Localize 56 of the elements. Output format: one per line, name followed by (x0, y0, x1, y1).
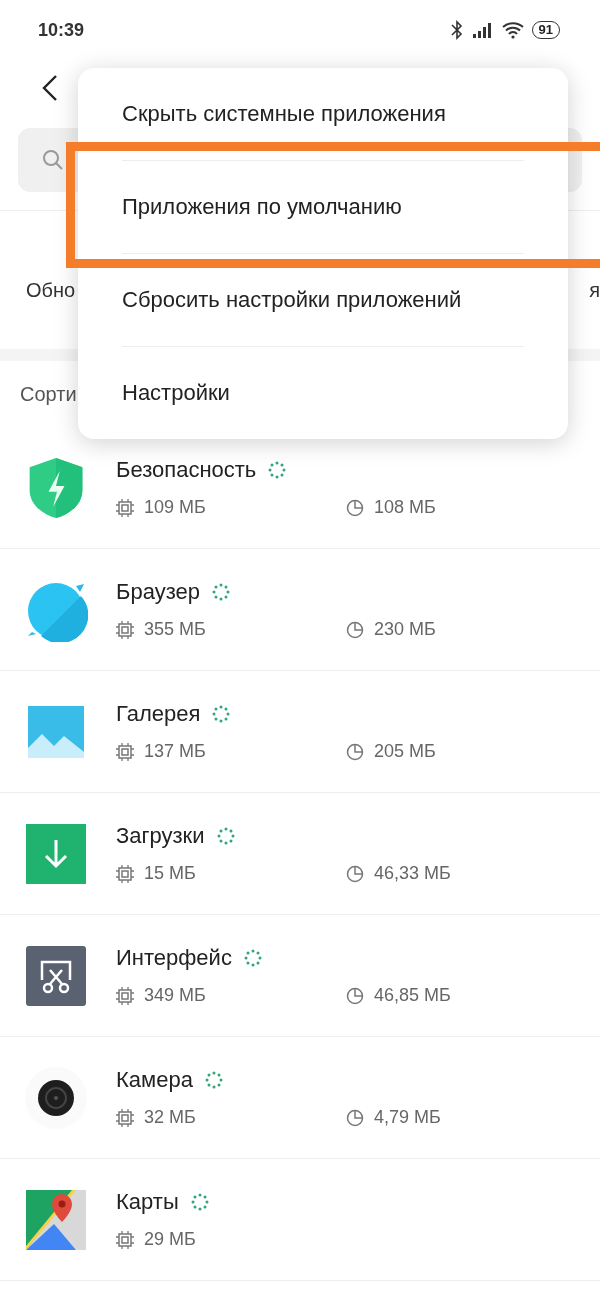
tab-label[interactable]: я (589, 278, 600, 302)
menu-item[interactable]: Приложения по умолчанию (122, 194, 402, 220)
wifi-icon (501, 21, 524, 39)
loading-icon (268, 461, 287, 479)
back-icon[interactable] (42, 74, 58, 102)
loading-icon (216, 827, 235, 845)
sort-label[interactable]: Сорти (20, 382, 77, 406)
memory-usage: 349 МБ (144, 985, 206, 1006)
chip-icon (116, 620, 134, 639)
scissors-icon (24, 943, 88, 1008)
storage-usage: 108 МБ (374, 497, 436, 518)
app-name[interactable]: Загрузки (116, 823, 205, 849)
pie-chart-icon (346, 498, 364, 517)
tab-label[interactable]: Обно (26, 278, 76, 302)
app-name[interactable]: Браузер (116, 579, 200, 605)
app-name[interactable]: Карты (116, 1189, 179, 1215)
loading-icon (190, 1193, 209, 1211)
chip-icon (116, 986, 134, 1005)
storage-usage: 46,33 МБ (374, 863, 451, 884)
storage-usage: 205 МБ (374, 741, 436, 762)
chip-icon (116, 1230, 134, 1249)
chip-icon (116, 742, 134, 761)
storage-usage: 46,85 МБ (374, 985, 451, 1006)
pie-chart-icon (346, 620, 364, 639)
memory-usage: 15 МБ (144, 863, 196, 884)
storage-usage: 4,79 МБ (374, 1107, 441, 1128)
app-name[interactable]: Камера (116, 1067, 193, 1093)
storage-usage: 230 МБ (374, 619, 436, 640)
menu-item[interactable]: Настройки (122, 380, 230, 406)
menu-item[interactable]: Сбросить настройки приложений (122, 287, 462, 313)
menu-item[interactable]: Скрыть системные приложения (122, 101, 446, 127)
loading-icon (243, 949, 262, 967)
map-pin-icon (24, 1187, 88, 1252)
pie-chart-icon (346, 1108, 364, 1127)
app-name[interactable]: Галерея (116, 701, 201, 727)
pie-chart-icon (346, 864, 364, 883)
status-time: 10:39 (38, 19, 85, 41)
app-name[interactable]: Интерфейс (116, 945, 232, 971)
loading-icon (212, 583, 230, 601)
memory-usage: 32 МБ (144, 1107, 196, 1128)
chip-icon (116, 498, 134, 517)
download-icon (24, 821, 88, 886)
signal-icon (471, 21, 494, 39)
loading-icon (204, 1071, 223, 1089)
memory-usage: 109 МБ (144, 497, 206, 518)
chip-icon (116, 1108, 134, 1127)
pie-chart-icon (346, 742, 364, 761)
search-icon (42, 149, 64, 171)
pie-chart-icon (346, 986, 364, 1005)
memory-usage: 355 МБ (144, 619, 206, 640)
memory-usage: 137 МБ (144, 741, 206, 762)
chip-icon (116, 864, 134, 883)
loading-icon (212, 705, 231, 723)
memory-usage: 29 МБ (144, 1229, 196, 1250)
bluetooth-icon (449, 20, 464, 40)
app-name[interactable]: Безопасность (116, 457, 257, 483)
